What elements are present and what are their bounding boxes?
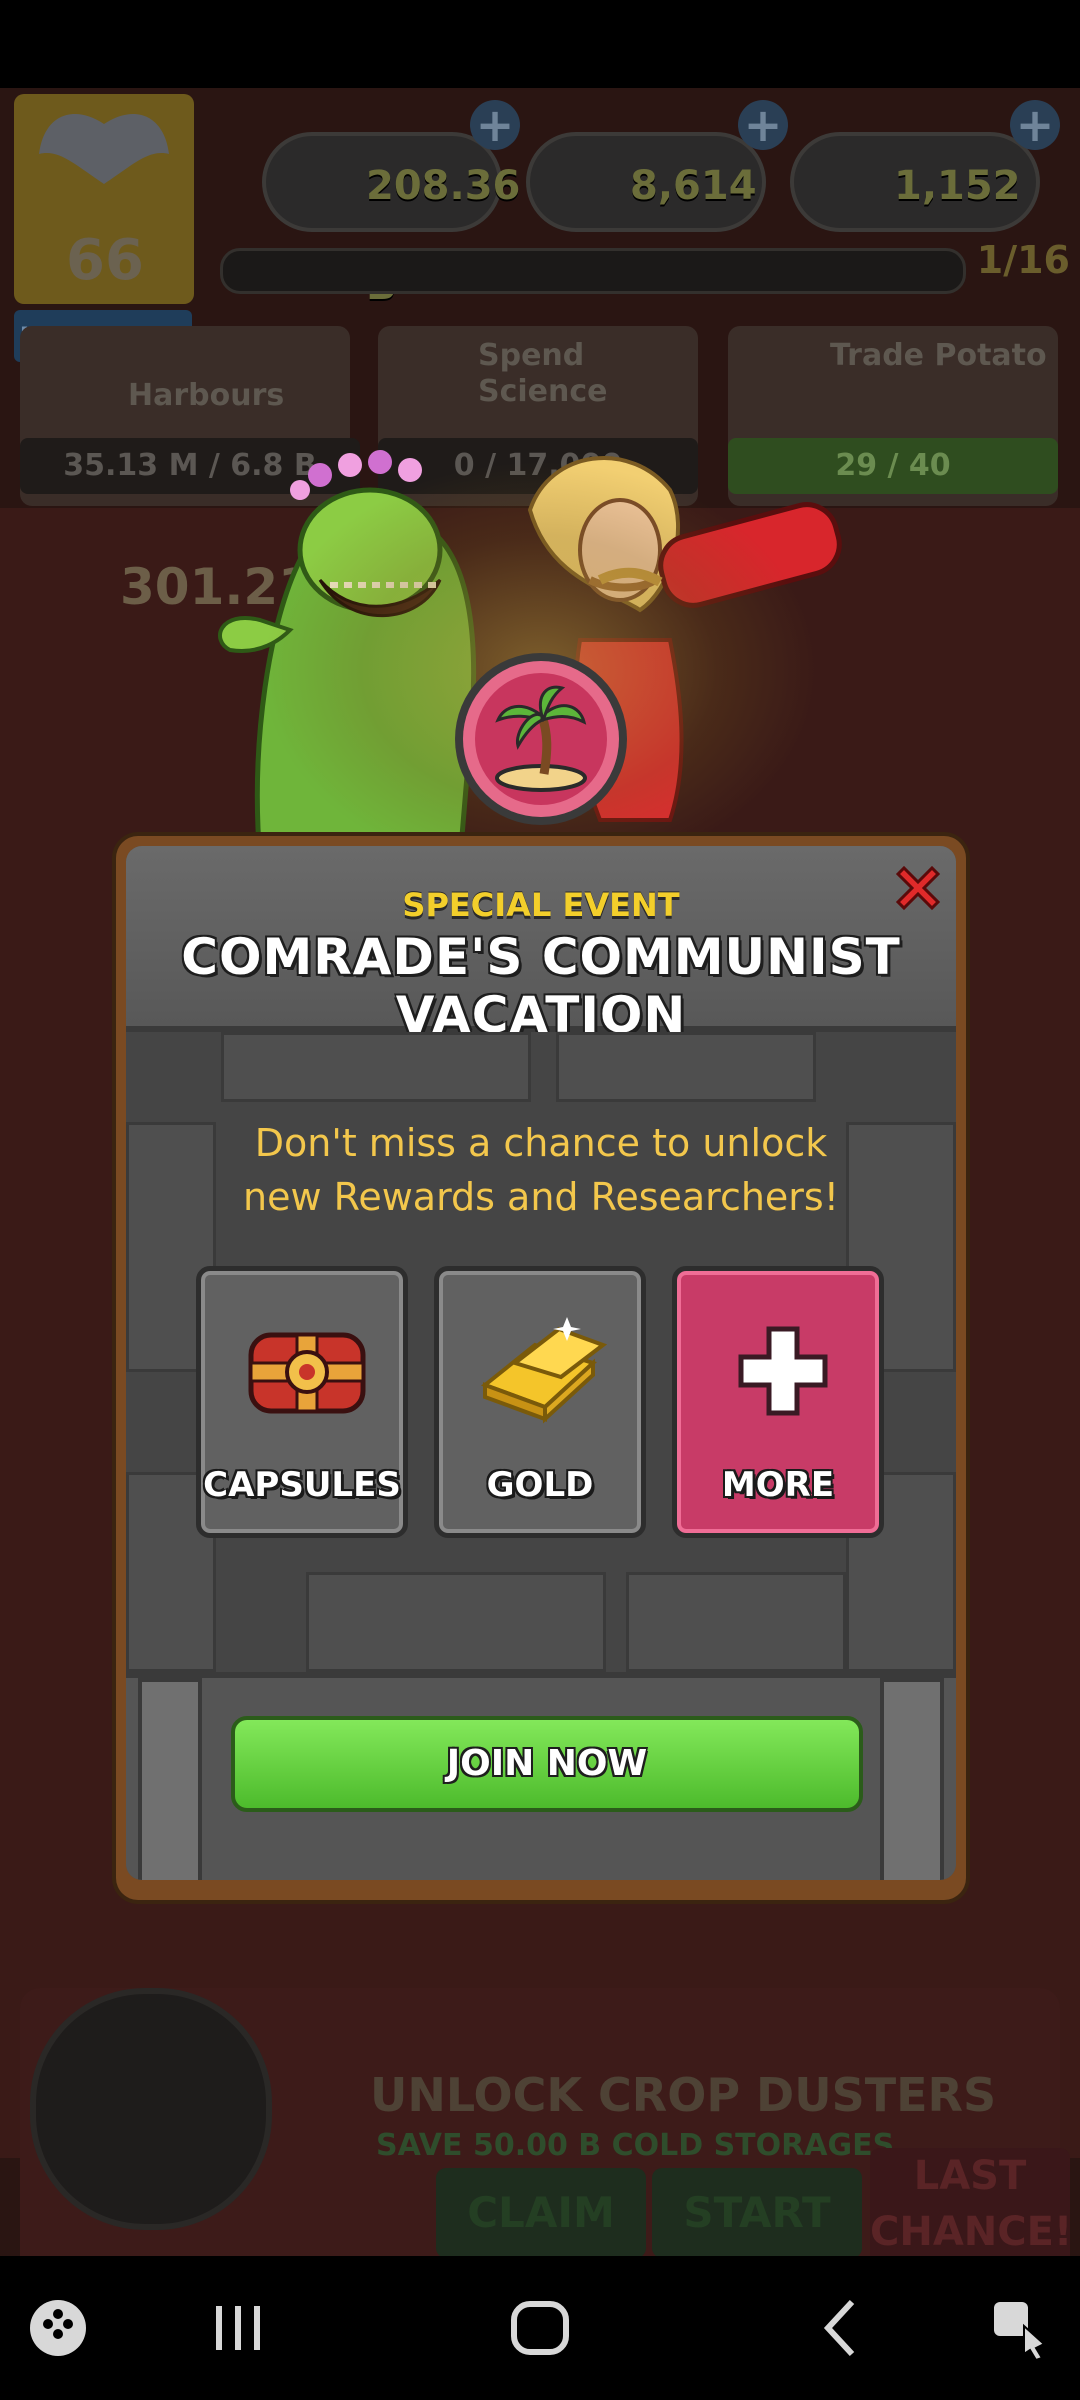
gold-bars-icon (480, 1317, 608, 1424)
add-science-button[interactable]: + (738, 100, 788, 150)
description-line-1: Don't miss a chance to unlock (254, 1121, 828, 1165)
right-post (880, 1678, 944, 1880)
add-gold-button[interactable]: + (1010, 100, 1060, 150)
science-resource: 8,614 (526, 132, 766, 232)
gold-resource: 1,152 (790, 132, 1040, 232)
save-text: SAVE 50.00 B COLD STORAGES (376, 2128, 895, 2163)
progress-count: 1/16 (976, 238, 1070, 282)
stone-tile (626, 1572, 846, 1672)
reward-more[interactable]: MORE (672, 1266, 884, 1538)
stone-tile (556, 1032, 816, 1102)
palm-island-icon (455, 653, 627, 825)
screenshot-assist-icon[interactable] (984, 2292, 1056, 2364)
more-label: MORE (721, 1465, 835, 1505)
claim-button[interactable]: CLAIM (436, 2168, 646, 2256)
lock-icon (30, 1988, 272, 2230)
recent-apps-icon[interactable] (202, 2292, 274, 2364)
left-post (138, 1678, 202, 1880)
harbours-title: Harbours (128, 378, 285, 413)
stone-tile (306, 1572, 606, 1672)
back-icon[interactable] (806, 2292, 878, 2364)
capsules-label: CAPSULES (203, 1465, 401, 1505)
event-description: Don't miss a chance to unlock new Reward… (156, 1116, 926, 1224)
reward-gold[interactable]: GOLD (434, 1266, 646, 1538)
navigation-bar (0, 2256, 1080, 2400)
last-chance-button[interactable]: LAST CHANCE! (870, 2148, 1072, 2256)
capsule-icon (248, 1332, 366, 1414)
join-now-button[interactable]: JOIN NOW (231, 1716, 863, 1812)
unlock-crop-dusters-text: UNLOCK CROP DUSTERS (370, 2068, 997, 2122)
event-title: COMRADE'S COMMUNIST VACATION (181, 928, 901, 1044)
gold-label: GOLD (486, 1465, 594, 1505)
close-icon[interactable] (888, 858, 948, 918)
home-icon[interactable] (504, 2292, 576, 2364)
dialog-header: SPECIAL EVENT COMRADE'S COMMUNIST VACATI… (126, 846, 956, 1044)
special-event-label: SPECIAL EVENT (402, 886, 680, 924)
reward-capsules[interactable]: CAPSULES (196, 1266, 408, 1538)
game-tools-icon[interactable] (22, 2292, 94, 2364)
stone-tile (221, 1032, 531, 1102)
level-number: 66 (66, 228, 144, 293)
special-event-dialog: SPECIAL EVENT COMRADE'S COMMUNIST VACATI… (116, 836, 966, 1900)
add-potatoes-button[interactable]: + (470, 100, 520, 150)
spend-science-title: Spend Science (478, 338, 608, 409)
description-line-2: new Rewards and Researchers! (243, 1175, 839, 1219)
status-bar (0, 0, 1080, 88)
start-button[interactable]: START (652, 2168, 862, 2256)
progress-bar (220, 248, 966, 294)
potato-resource: 208.36 B (262, 132, 520, 309)
plus-icon (738, 1326, 828, 1416)
wings-icon (39, 114, 169, 184)
trade-potato-title: Trade Potato (830, 338, 1047, 373)
dialog-frame: SPECIAL EVENT COMRADE'S COMMUNIST VACATI… (126, 846, 956, 1880)
